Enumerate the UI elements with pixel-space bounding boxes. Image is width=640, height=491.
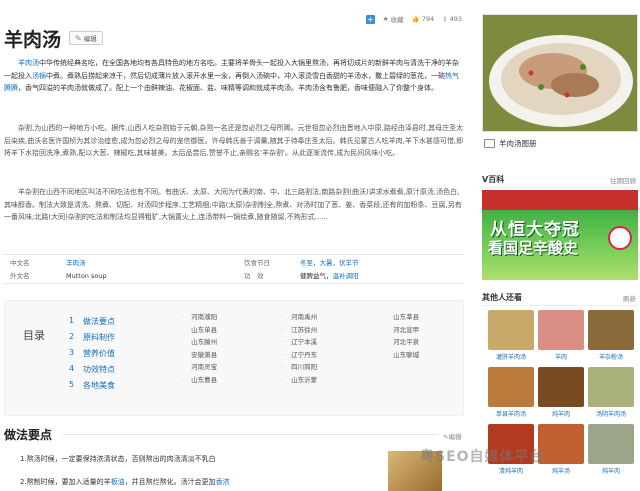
album-link[interactable]: 羊肉汤图册 <box>484 138 537 149</box>
regional-paragraph: 羊杂割在山西不同地区叫法不同吃法也有不同。有曲沃、太原、大同为代表的南、中、北三… <box>4 188 462 221</box>
toc-item[interactable]: 2 原料制作 <box>69 332 115 348</box>
favorite-button[interactable]: ★ 收藏 <box>383 14 404 24</box>
toc-item[interactable]: 4 功效特点 <box>69 364 115 380</box>
like-button[interactable]: 👍 794 <box>412 15 435 23</box>
thumb-up-icon: 👍 <box>411 15 420 23</box>
stats-bar: + ★ 收藏 👍 794 ⇪ 493 <box>365 14 462 24</box>
thumbnail <box>588 310 634 350</box>
thumbnail <box>588 424 634 464</box>
info-key: 饮食节日 <box>244 259 270 267</box>
info-key: 功 效 <box>244 272 264 280</box>
toc-subitem[interactable]: 山东曹县 <box>181 374 217 387</box>
related-item[interactable]: 汤阴羊肉汤 <box>588 367 634 418</box>
related-item[interactable]: 炖羊肉 <box>538 367 584 418</box>
toc-subitem[interactable]: 河南濮阳 <box>181 311 217 324</box>
toc-subitem[interactable]: 河南灵宝 <box>181 361 217 374</box>
step-text: 1.熬汤时候，一定要保持浓清状态，否则熬出的肉汤清淡不乳白 <box>20 455 216 463</box>
step-text: 2.熬制时候，要加入适量的羊板油，并且熬烂熬化。汤汁会更加香浓 <box>20 478 230 486</box>
share-icon: ⇪ <box>442 15 448 23</box>
thumbnail <box>488 310 534 350</box>
star-icon: ★ <box>382 15 389 23</box>
divider <box>62 434 438 435</box>
toc-title: 目录 <box>23 329 45 342</box>
toc-subitem[interactable]: 山东滕州 <box>181 336 217 349</box>
page-title: 羊肉汤 <box>4 28 62 51</box>
thumbnail <box>488 367 534 407</box>
term-link[interactable]: 羊肉汤 <box>18 59 39 67</box>
toc-subitem[interactable]: 河北平泉 <box>383 336 419 349</box>
toc-subitem[interactable]: 山东聊城 <box>383 349 419 362</box>
thumbnail <box>588 367 634 407</box>
toc-subitem[interactable]: 河北宣甲 <box>383 324 419 337</box>
add-button[interactable]: + <box>365 14 375 24</box>
info-row: 外文名 Mutton soup 功 效 健脾益气，温补调阳 <box>4 270 464 283</box>
pencil-icon: ✎ <box>75 33 82 43</box>
info-box: 中文名 羊肉汤 饮食节日 冬至，大暑，伏羊节 外文名 Mutton soup 功… <box>4 254 464 284</box>
section-title: 做法要点 <box>4 428 53 442</box>
section-edit-button[interactable]: ✎编辑 <box>443 431 461 441</box>
main-content: + ★ 收藏 👍 794 ⇪ 493 羊肉汤 ✎ 编辑 羊肉汤中华传统经典名吃，在全国各… <box>0 0 472 491</box>
toc-item[interactable]: 3 营养价值 <box>69 348 115 364</box>
others-header: 其他人还看 刷新 <box>482 292 638 306</box>
refresh-link[interactable]: 刷新 <box>623 293 636 303</box>
vbaike-header: V百科 往期回顾 <box>482 174 638 188</box>
thumbnail <box>538 310 584 350</box>
related-item[interactable]: 炖羊肉 <box>588 424 634 475</box>
term-link[interactable]: 板油 <box>111 478 125 486</box>
info-row: 中文名 羊肉汤 饮食节日 冬至，大暑，伏羊节 <box>4 257 464 270</box>
toc-subitems: 河南禹州 江苏徐州 辽宁本溪 辽宁丹东 四川简阳 山东沂蒙 <box>281 311 317 386</box>
related-item[interactable]: 羊肉 <box>538 310 584 361</box>
term-link[interactable]: 香浓 <box>216 478 230 486</box>
history-link[interactable]: 往期回顾 <box>610 175 636 185</box>
info-value[interactable]: 冬至，大暑，伏羊节 <box>300 257 359 270</box>
main-dish-image[interactable] <box>482 14 638 132</box>
toc-subitem[interactable]: 山东单县 <box>181 324 217 337</box>
thumbnail <box>538 367 584 407</box>
title-row: 羊肉汤 ✎ 编辑 <box>4 24 103 52</box>
term-link[interactable]: 温补调阳 <box>333 272 359 280</box>
history-paragraph: 杂割,为山西的一种地方小吃。据传,山西人吃杂割始于元朝,杂割一名还是忽必烈之母所… <box>4 124 464 157</box>
info-value: 健脾益气，温补调阳 <box>300 272 359 280</box>
sidebar: 羊肉汤图册 V百科 往期回顾 从恒大夺冠 看国足辛酸史 其他人还看 刷新 灌肝羊肉汤… <box>478 0 640 491</box>
watermark: 粤SEO自媒体平台 <box>420 449 545 465</box>
toc-subitem[interactable]: 四川简阳 <box>281 361 317 374</box>
vbaike-banner[interactable]: 从恒大夺冠 看国足辛酸史 <box>482 190 638 280</box>
toc-list: 1 做法要点 2 原料制作 3 营养价值 4 功效特点 5 各地美食 <box>69 316 115 396</box>
table-of-contents: 目录 1做法要点 2原料制作 3营养价值 4功效特点 5各地美食 河南濮阳 山东… <box>4 300 464 416</box>
toc-subitem[interactable]: 辽宁本溪 <box>281 336 317 349</box>
info-value[interactable]: 羊肉汤 <box>66 257 86 270</box>
toc-subitem[interactable]: 河南禹州 <box>281 311 317 324</box>
toc-subitem[interactable]: 安徽萧县 <box>181 349 217 362</box>
share-button[interactable]: ⇪ 493 <box>442 15 462 23</box>
toc-item[interactable]: 5 各地美食 <box>69 380 115 396</box>
info-value: Mutton soup <box>66 272 107 280</box>
related-item[interactable]: 灌肝羊肉汤 <box>488 310 534 361</box>
toc-subitem[interactable]: 山东莘县 <box>383 311 419 324</box>
plus-icon: + <box>365 14 375 24</box>
toc-subitems: 山东莘县 河北宣甲 河北平泉 山东聊城 <box>383 311 419 361</box>
related-item[interactable]: 羊杂粉汤 <box>588 310 634 361</box>
toc-subitem[interactable]: 山东沂蒙 <box>281 374 317 387</box>
info-key: 中文名 <box>10 259 30 267</box>
toc-subitems: 河南濮阳 山东单县 山东滕州 安徽萧县 河南灵宝 山东曹县 <box>181 311 217 386</box>
football-icon <box>608 226 632 250</box>
toc-subitem[interactable]: 江苏徐州 <box>281 324 317 337</box>
term-link[interactable]: 汤锅 <box>32 72 46 80</box>
toc-item[interactable]: 1 做法要点 <box>69 316 115 332</box>
image-icon <box>484 139 495 148</box>
info-key: 外文名 <box>10 272 30 280</box>
edit-button[interactable]: ✎ 编辑 <box>69 31 103 45</box>
toc-subitem[interactable]: 辽宁丹东 <box>281 349 317 362</box>
intro-paragraph: 羊肉汤中华传统经典名吃，在全国各地均有各具特色的地方名吃。主要将羊骨头一起投入大… <box>4 59 459 92</box>
related-item[interactable]: 单县羊肉汤 <box>488 367 534 418</box>
